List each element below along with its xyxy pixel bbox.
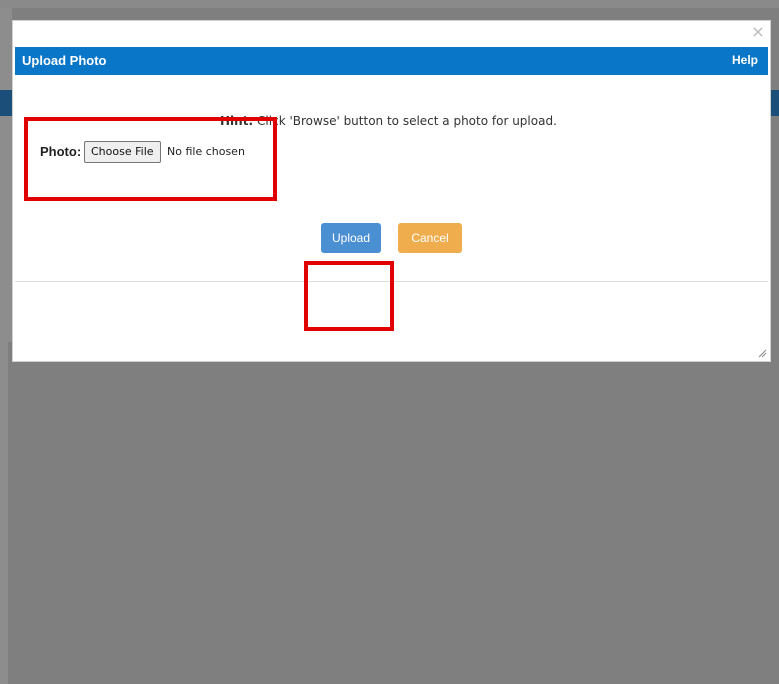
backdrop-top xyxy=(0,0,779,8)
backdrop-left xyxy=(0,0,12,342)
upload-button[interactable]: Upload xyxy=(321,223,381,253)
annotation-box-photo-field xyxy=(24,117,277,201)
help-link[interactable]: Help xyxy=(732,53,758,67)
annotation-box-empty-area xyxy=(304,261,394,331)
dialog-header: Upload Photo Help xyxy=(15,47,768,75)
close-icon[interactable]: × xyxy=(750,24,766,40)
cancel-button[interactable]: Cancel xyxy=(398,223,462,253)
hint-message: Click 'Browse' button to select a photo … xyxy=(253,114,557,128)
resize-grip-icon[interactable] xyxy=(757,348,767,358)
backdrop-right xyxy=(0,342,8,684)
dialog-title: Upload Photo xyxy=(22,53,107,68)
